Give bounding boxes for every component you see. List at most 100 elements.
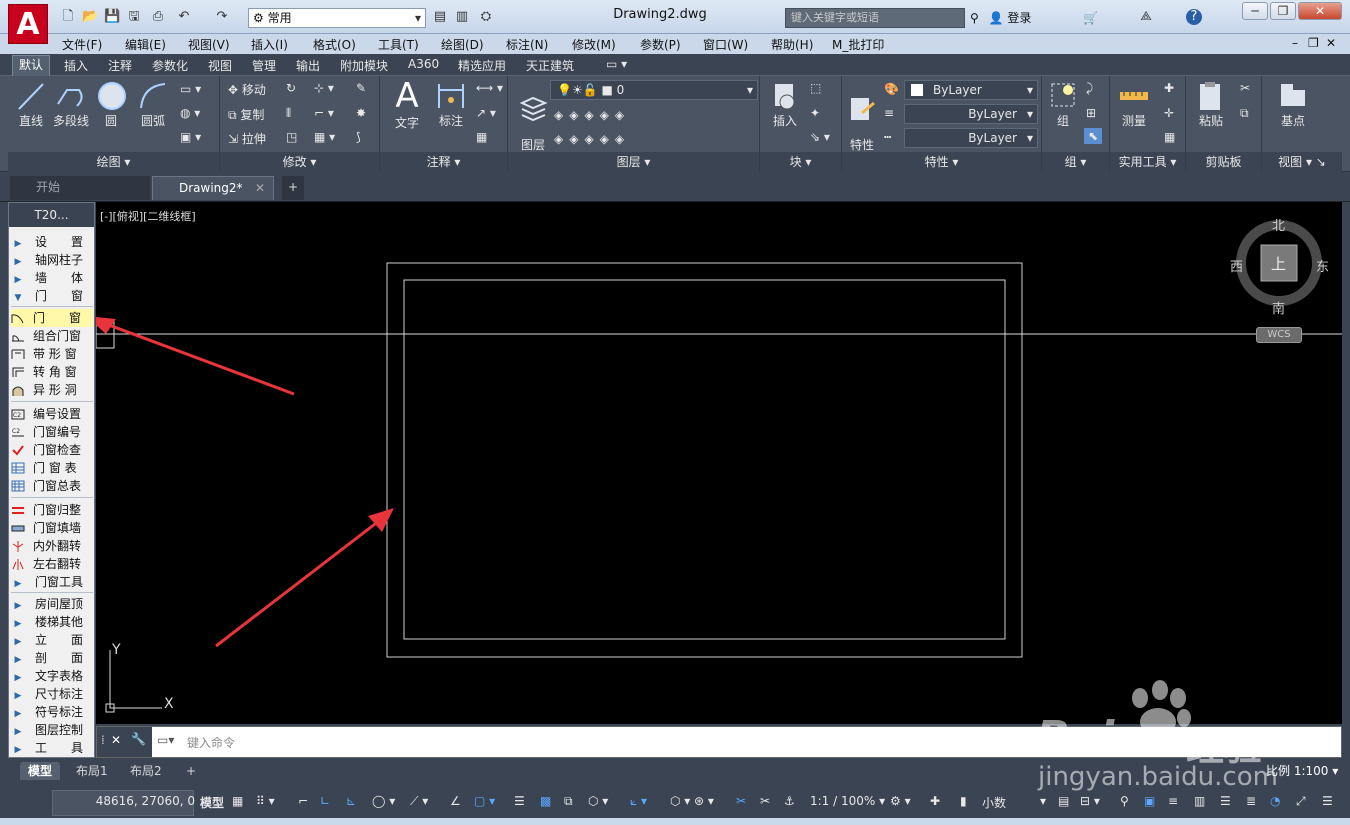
panel-view-title[interactable]: 视图 ▾ ↘ — [1262, 152, 1342, 172]
search-input[interactable]: 键入关键字或短语 — [785, 8, 965, 28]
undo-icon[interactable]: ↶ — [176, 9, 192, 25]
annotation-visibility-icon[interactable]: ✂ — [736, 794, 746, 808]
menu-tools[interactable]: 工具(T) — [378, 36, 419, 53]
cut-icon[interactable]: ✂ — [1240, 81, 1250, 95]
tab-view[interactable]: 视图 — [208, 57, 232, 74]
layer-tools-row1[interactable]: ◈◈◈◈◈ — [554, 108, 630, 122]
drawing-canvas[interactable]: [-][俯视][二维线框] Y X 北 南 西 东 上 WCS — [96, 202, 1342, 724]
annotation-scale-icon[interactable]: ⚓ — [784, 794, 795, 808]
panel-draw-title[interactable]: 绘图 ▾ — [8, 152, 219, 172]
print-icon[interactable]: ⎙ — [150, 9, 166, 25]
palette-item-door-summary[interactable]: 门窗总表 — [11, 477, 93, 495]
palette-item-special-opening[interactable]: 异 形 洞 — [11, 381, 93, 399]
viewcube-west[interactable]: 西 — [1230, 256, 1243, 275]
mirror-icon[interactable]: ⫴ — [286, 106, 291, 121]
save-icon[interactable]: 💾 — [104, 9, 120, 25]
wrench-icon[interactable]: 🔧 — [131, 732, 146, 746]
palette-group-axis[interactable]: ▶ 轴网柱子 — [11, 251, 93, 269]
paste-tool[interactable]: 粘贴 — [1192, 80, 1230, 129]
close-button[interactable]: ✕ — [1298, 2, 1342, 20]
copy-tool[interactable]: ⧉ 复制 — [228, 106, 264, 123]
menu-edit[interactable]: 编辑(E) — [125, 36, 166, 53]
leader-icon[interactable]: ↗ ▾ — [476, 106, 496, 120]
palette-group-elevation[interactable]: ▶ 立 面 — [11, 631, 93, 649]
transparency-icon[interactable]: ▩ — [540, 794, 551, 808]
palette-title[interactable]: T20... — [9, 203, 94, 227]
maximize-button[interactable]: ❐ — [1270, 2, 1296, 20]
palette-item-door-align[interactable]: 门窗归整 — [11, 501, 93, 519]
panel-clipboard-title[interactable]: 剪贴板 — [1186, 152, 1261, 172]
new-tab-button[interactable]: + — [282, 176, 304, 200]
dimension-tool[interactable]: 标注 — [432, 80, 470, 129]
stretch-tool[interactable]: ⇲ 拉伸 — [228, 130, 266, 147]
menu-format[interactable]: 格式(O) — [313, 36, 356, 53]
help-icon[interactable]: ? — [1186, 9, 1202, 25]
palette-group-tools[interactable]: ▶ 工 具 — [11, 739, 93, 757]
panel-properties-title[interactable]: 特性 ▾ — [842, 152, 1041, 172]
command-close-icon[interactable]: ✕ — [111, 733, 121, 747]
tab-manage[interactable]: 管理 — [252, 57, 276, 74]
annotation-monitor-icon[interactable]: ✚ — [930, 794, 940, 808]
add-layout-button[interactable]: + — [178, 762, 204, 780]
selection-cycling-icon[interactable]: ⧉ — [564, 794, 573, 809]
a360-icon[interactable]: ⟁ — [1138, 9, 1154, 25]
ribbon-toggle-icon[interactable]: ▭ ▾ — [606, 57, 627, 71]
redo-icon[interactable]: ↷ — [214, 9, 230, 25]
tab-addins[interactable]: 附加模块 — [340, 57, 388, 74]
menu-window[interactable]: 窗口(W) — [703, 36, 748, 53]
tab-featured-apps[interactable]: 精选应用 — [458, 57, 506, 74]
palette-group-symbols[interactable]: ▶ 符号标注 — [11, 703, 93, 721]
palette-item-door-fill-wall[interactable]: 门窗填墙 — [11, 519, 93, 537]
palette-item-door-check[interactable]: 门窗检查 — [11, 441, 93, 459]
palette-item-door-tools[interactable]: ▶ 门窗工具 — [11, 573, 93, 591]
tab-insert[interactable]: 插入 — [64, 57, 88, 74]
osnap-icon[interactable]: ▢ ▾ — [474, 794, 495, 808]
selection-filter-icon[interactable]: ⬡ ▾ — [670, 794, 690, 808]
palette-item-combo-door[interactable]: 组合门窗 — [11, 327, 93, 345]
edit-block-icon[interactable]: ✦ — [810, 106, 820, 120]
menu-help[interactable]: 帮助(H) — [771, 36, 813, 53]
attribute-icon[interactable]: ⇘ ▾ — [810, 130, 830, 144]
palette-item-flip-lr[interactable]: 左右翻转 — [11, 555, 93, 573]
viewcube-north[interactable]: 北 — [1272, 215, 1285, 234]
save-as-icon[interactable]: 🖫 — [126, 9, 142, 25]
trim-icon[interactable]: ⊹ ▾ — [314, 81, 334, 95]
linear-dim-icon[interactable]: ⟷ ▾ — [476, 81, 503, 95]
palette-group-section[interactable]: ▶ 剖 面 — [11, 649, 93, 667]
tab-default[interactable]: 默认 — [12, 55, 50, 76]
open-icon[interactable]: 📂 — [82, 9, 98, 25]
menu-modify[interactable]: 修改(M) — [572, 36, 616, 53]
color-dropdown[interactable]: ByLayer ▾ — [904, 80, 1038, 100]
panel-modify-title[interactable]: 修改 ▾ — [220, 152, 379, 172]
calculator-icon[interactable]: ▦ — [1164, 130, 1175, 144]
doc-restore-icon[interactable]: ❐ — [1308, 36, 1319, 50]
gizmo-icon[interactable]: ⊛ ▾ — [694, 794, 714, 808]
linetype-dropdown[interactable]: ByLayer ▾ — [904, 104, 1038, 124]
infer-icon[interactable]: ⌐ — [298, 794, 308, 808]
copy-clip-icon[interactable]: ⧉ — [1240, 106, 1249, 121]
lineweight-display-icon[interactable]: ☰ — [514, 794, 525, 808]
ortho-icon[interactable]: ∟ — [320, 794, 330, 808]
viewcube-east[interactable]: 东 — [1316, 256, 1329, 275]
angle-icon[interactable]: ∠ — [450, 794, 461, 808]
snap-icon[interactable]: ⠿ ▾ — [256, 794, 275, 808]
layer-dropdown[interactable]: 💡☀🔓 ■ 0 ▾ — [550, 80, 758, 100]
explode-icon[interactable]: ✸ — [356, 106, 366, 120]
grip-icon[interactable]: ⁞ — [101, 733, 105, 747]
menu-draw[interactable]: 绘图(D) — [441, 36, 484, 53]
cart-icon[interactable]: 🛒 — [1083, 11, 1098, 25]
palette-item-door-table[interactable]: 门 窗 表 — [11, 459, 93, 477]
menu-insert[interactable]: 插入(I) — [251, 36, 288, 53]
menu-view[interactable]: 视图(V) — [188, 36, 230, 53]
isodraft-icon[interactable]: ◯ ▾ — [372, 794, 395, 808]
model-space-toggle[interactable]: 模型 — [200, 794, 224, 811]
palette-item-door-window[interactable]: 门 窗 — [11, 309, 93, 327]
color-wheel-icon[interactable]: 🎨 — [884, 82, 899, 96]
palette-group-layer-control[interactable]: ▶ 图层控制 — [11, 721, 93, 739]
palette-item-flip-inout[interactable]: 内外翻转 — [11, 537, 93, 555]
3d-osnap-icon[interactable]: ⬡ ▾ — [588, 794, 608, 808]
coordinates[interactable]: 48616, 27060, 0 — [55, 794, 195, 808]
viewcube-south[interactable]: 南 — [1272, 298, 1285, 317]
group-edit-icon[interactable]: ⊞ — [1086, 106, 1096, 120]
group-tool[interactable]: 组 — [1046, 80, 1080, 129]
